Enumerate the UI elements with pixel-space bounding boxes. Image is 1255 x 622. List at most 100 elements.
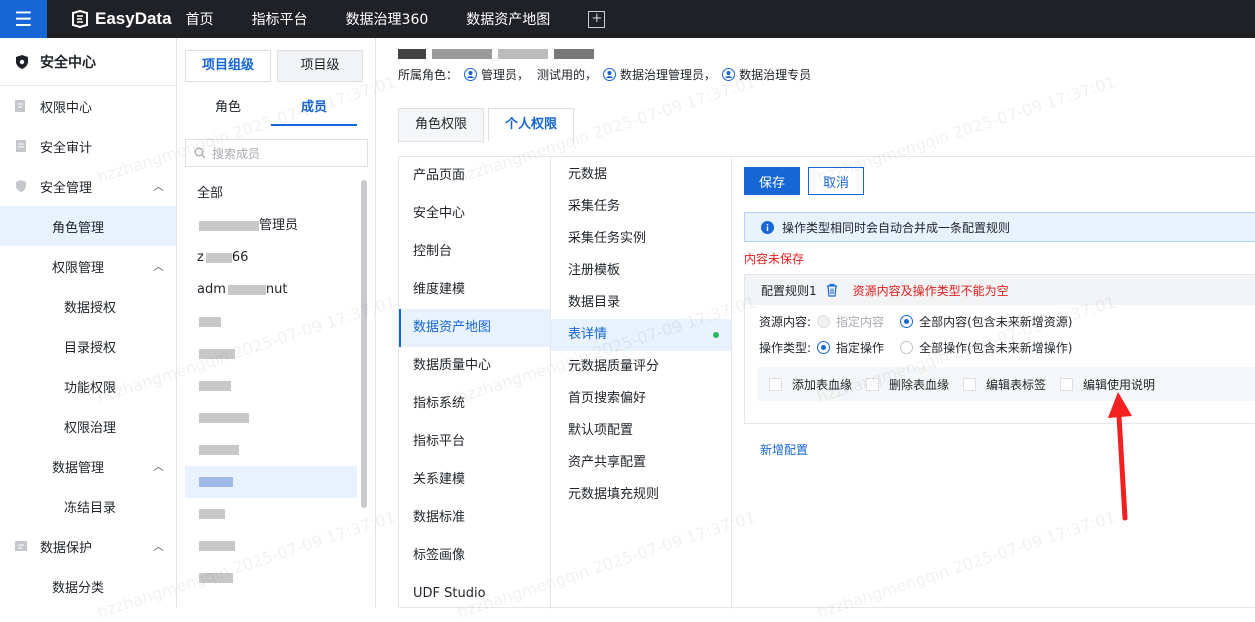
rule-error: 资源内容及操作类型不能为空 <box>852 283 1009 298</box>
resource-row: 资源内容: 指定内容 全部内容(包含未来新增资源) <box>759 313 1072 330</box>
sidebar-item-security-audit[interactable]: 安全审计 <box>0 126 176 166</box>
sidebar-item-data-authorization[interactable]: 数据授权 <box>0 286 176 326</box>
radio-specified-content[interactable] <box>817 315 831 328</box>
radio-all-content[interactable] <box>900 315 914 328</box>
save-button[interactable]: 保存 <box>744 167 800 195</box>
redacted-block <box>199 412 249 423</box>
checkbox[interactable] <box>866 377 880 391</box>
nav-home[interactable]: 首页 <box>186 9 214 29</box>
sidebar-item-data-classification[interactable]: 数据分类 <box>0 566 176 606</box>
module-item[interactable]: 数据质量中心 <box>399 347 550 385</box>
radio-specified-operation[interactable] <box>817 341 831 354</box>
add-tab-icon[interactable]: + <box>588 10 606 28</box>
brand-mark-icon <box>72 10 88 28</box>
brand-name: EasyData <box>95 9 172 28</box>
feature-item[interactable]: 资产共享配置 <box>551 447 731 479</box>
sidebar-item-permission-governance[interactable]: 权限治理 <box>0 406 176 446</box>
sidebar-item-role-management[interactable]: 角色管理 <box>0 206 176 246</box>
module-item[interactable]: UDF Studio <box>399 575 550 613</box>
feature-item[interactable]: 首页搜索偏好 <box>551 383 731 415</box>
checkbox[interactable] <box>963 377 977 391</box>
nav-governance-360[interactable]: 数据治理360 <box>346 9 429 29</box>
sidebar-item-label: 安全审计 <box>40 140 93 156</box>
module-item[interactable]: 数据标准 <box>399 499 550 537</box>
list-item[interactable] <box>185 562 357 594</box>
module-item[interactable]: 控制台 <box>399 233 550 271</box>
shield-icon <box>16 180 26 192</box>
list-item-selected[interactable] <box>185 466 357 498</box>
sidebar-item-permission-management[interactable]: 权限管理 ︿ <box>0 246 176 286</box>
tab-role[interactable]: 角色 <box>185 96 271 126</box>
cancel-button[interactable]: 取消 <box>808 167 864 195</box>
check-label: 编辑使用说明 <box>1083 377 1156 392</box>
list-item[interactable] <box>185 306 357 338</box>
segment-project-group[interactable]: 项目组级 <box>185 50 271 82</box>
check-delete-lineage[interactable]: 删除表血缘 <box>866 376 949 393</box>
trash-icon[interactable] <box>825 283 839 297</box>
feature-list: 元数据 采集任务 采集任务实例 注册模板 数据目录 表详情 元数据质量评分 首页… <box>551 157 732 609</box>
add-config-link[interactable]: 新增配置 <box>760 441 808 458</box>
sidebar-item-label: 数据授权 <box>64 300 117 316</box>
redacted-block <box>199 572 233 583</box>
feature-item[interactable]: 注册模板 <box>551 255 731 287</box>
menu-icon[interactable]: ☰ <box>0 0 47 38</box>
feature-item[interactable]: 采集任务实例 <box>551 223 731 255</box>
member-panel: 项目组级 项目级 角色 成员 搜索成员 全部 管理员 z 66 adm nut <box>177 38 376 608</box>
check-edit-usage-notes[interactable]: 编辑使用说明 <box>1060 376 1155 393</box>
module-item[interactable]: 标签画像 <box>399 537 550 575</box>
list-item[interactable] <box>185 370 357 402</box>
tab-role-permission[interactable]: 角色权限 <box>398 108 485 142</box>
segment-project[interactable]: 项目级 <box>277 50 363 82</box>
module-item-selected[interactable]: 数据资产地图 <box>399 309 550 347</box>
tab-member[interactable]: 成员 <box>271 96 357 126</box>
list-item[interactable]: z 66 <box>185 242 357 274</box>
module-item[interactable]: 产品页面 <box>399 157 550 195</box>
feature-item[interactable]: 元数据质量评分 <box>551 351 731 383</box>
nav-asset-map[interactable]: 数据资产地图 <box>466 9 550 29</box>
sidebar-item-frozen-catalog[interactable]: 冻结目录 <box>0 486 176 526</box>
module-item[interactable]: 指标平台 <box>399 423 550 461</box>
checkbox[interactable] <box>769 377 782 391</box>
list-item[interactable]: 全部 <box>185 178 357 210</box>
feature-item[interactable]: 默认项配置 <box>551 415 731 447</box>
feature-item[interactable]: 采集任务 <box>551 191 731 223</box>
feature-item[interactable]: 元数据 <box>551 159 731 191</box>
redacted-block <box>205 252 232 263</box>
module-item[interactable]: 指标系统 <box>399 385 550 423</box>
list-item[interactable] <box>185 498 357 530</box>
list-item[interactable]: adm nut <box>185 274 357 306</box>
sidebar-item-function-permission[interactable]: 功能权限 <box>0 366 176 406</box>
radio-all-operations[interactable] <box>900 341 914 354</box>
feature-item-selected[interactable]: 表详情 <box>551 319 731 351</box>
module-item[interactable]: 安全中心 <box>399 195 550 233</box>
check-add-lineage[interactable]: 添加表血缘 <box>769 376 852 393</box>
list-item[interactable] <box>185 530 357 562</box>
member-search-input[interactable]: 搜索成员 <box>185 139 368 167</box>
sidebar-item-label: 功能权限 <box>64 380 117 396</box>
chevron-up-icon: ︿ <box>153 260 164 273</box>
check-edit-tags[interactable]: 编辑表标签 <box>963 376 1046 393</box>
list-item[interactable]: 管理员 <box>185 210 357 242</box>
tab-personal-permission[interactable]: 个人权限 <box>488 108 575 142</box>
sidebar-item-security-management[interactable]: 安全管理 ︿ <box>0 166 176 206</box>
sidebar-item-label: 角色管理 <box>52 220 105 236</box>
feature-item[interactable]: 数据目录 <box>551 287 731 319</box>
redacted-block <box>199 476 233 487</box>
role-name: 测试用的， <box>537 68 598 82</box>
module-item[interactable]: 维度建模 <box>399 271 550 309</box>
sidebar-item-data-management[interactable]: 数据管理 ︿ <box>0 446 176 486</box>
nav-metric-platform[interactable]: 指标平台 <box>252 9 308 29</box>
list-item[interactable] <box>185 338 357 370</box>
sidebar-item-label: 冻结目录 <box>64 500 117 516</box>
checkbox[interactable] <box>1060 377 1074 391</box>
module-item[interactable]: 关系建模 <box>399 461 550 499</box>
list-item[interactable] <box>185 402 357 434</box>
list-item[interactable] <box>185 434 357 466</box>
member-scrollbar[interactable] <box>361 180 367 508</box>
feature-item[interactable]: 元数据填充规则 <box>551 479 731 511</box>
sidebar-item-catalog-authorization[interactable]: 目录授权 <box>0 326 176 366</box>
sidebar-item-data-protection[interactable]: 数据保护 ︿ <box>0 526 176 566</box>
brand-logo[interactable]: EasyData <box>71 9 172 29</box>
resource-label: 资源内容: <box>759 315 812 329</box>
sidebar-item-permission-center[interactable]: 权限中心 <box>0 86 176 126</box>
